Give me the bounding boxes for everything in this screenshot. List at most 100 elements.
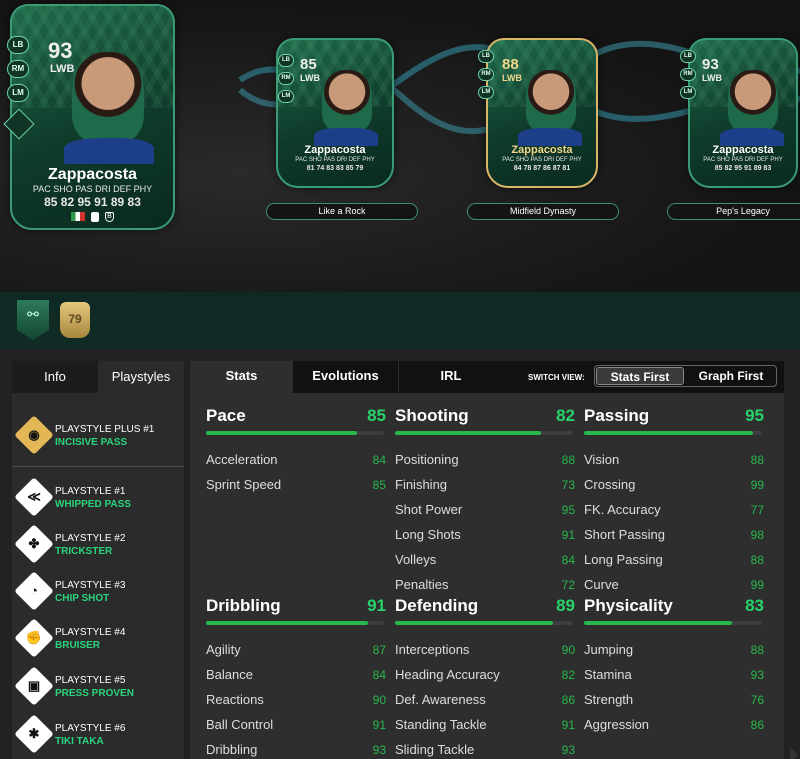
stat-group-value: 85	[367, 406, 386, 425]
playstyle-item[interactable]: ≪ PLAYSTYLE #1 WHIPPED PASS	[12, 474, 184, 520]
italy-flag-icon	[71, 212, 85, 221]
playstyle-item[interactable]: ✤ PLAYSTYLE #2 TRICKSTER	[12, 521, 184, 567]
stat-row-value: 87	[372, 643, 386, 657]
evo-card-peps-legacy[interactable]: 93 LWB Zappacosta PAC SHO PAS DRI DEF PH…	[688, 38, 798, 188]
stat-row-label: Standing Tackle	[395, 717, 487, 732]
stat-row-value: 88	[750, 643, 764, 657]
playstyle-item[interactable]: ✱ PLAYSTYLE #6 TIKI TAKA	[12, 711, 184, 757]
playstyle-name: TRICKSTER	[55, 546, 113, 557]
stat-row-value: 73	[561, 478, 575, 492]
card-version-strip: ⚯ 79	[0, 292, 800, 349]
stat-row-value: 77	[750, 503, 764, 517]
card-rating: 85	[300, 56, 317, 73]
stat-row-value: 90	[372, 693, 386, 707]
stat-row-label: Positioning	[395, 452, 459, 467]
alt-position-rm: RM	[7, 60, 29, 78]
graph-first-option[interactable]: Graph First	[687, 367, 775, 385]
playstyle-title: PLAYSTYLE PLUS #1	[55, 424, 155, 435]
card-stat-labels: PAC SHO PAS DRI DEF PHY	[703, 157, 783, 163]
stat-row-value: 93	[372, 743, 386, 757]
evo-card-midfield-dynasty[interactable]: 88 LWB Zappacosta PAC SHO PAS DRI DEF PH…	[486, 38, 598, 188]
stat-group-title: Shooting	[395, 406, 469, 425]
stat-row-label: Agility	[206, 642, 241, 657]
card-name: Zappacosta	[304, 144, 366, 156]
stat-row-value: 93	[750, 668, 764, 682]
alt-position-lb: LB	[7, 36, 29, 54]
evolution-dna-icon: ⚯	[27, 306, 39, 322]
card-stat-values: 85 82 95 91 89 83	[714, 165, 772, 172]
stat-row-value: 88	[750, 553, 764, 567]
playstyle-title: PLAYSTYLE #5	[55, 675, 126, 686]
tab-irl[interactable]: IRL	[399, 361, 503, 393]
view-toggle[interactable]: Stats First Graph First	[594, 365, 777, 387]
playstyle-item[interactable]: ◉ PLAYSTYLE PLUS #1 INCISIVE PASS	[12, 412, 184, 458]
alt-position-lm: LM	[278, 90, 294, 103]
alt-position-lb: LB	[680, 50, 696, 63]
stat-row-label: Penalties	[395, 577, 449, 592]
evo-label-midfield-dynasty[interactable]: Midfield Dynasty	[467, 203, 619, 220]
alt-position-rm: RM	[680, 68, 696, 81]
stat-row-value: 93	[561, 743, 575, 757]
stat-row-label: Balance	[206, 667, 253, 682]
stat-group-bar	[206, 431, 384, 435]
card-badges: B	[12, 212, 173, 222]
stat-row-value: 84	[561, 553, 575, 567]
stat-row-label: Shot Power	[395, 502, 463, 517]
stat-row-label: Vision	[584, 452, 620, 467]
stat-row-label: Long Shots	[395, 527, 461, 542]
stat-row-label: Strength	[584, 692, 634, 707]
playstyle-title: PLAYSTYLE #6	[55, 723, 126, 734]
stat-row-label: Short Passing	[584, 527, 665, 542]
card-stat-labels: PAC SHO PAS DRI DEF PHY	[295, 157, 375, 163]
tab-info[interactable]: Info	[12, 361, 98, 393]
stat-row-label: FK. Accuracy	[584, 502, 661, 517]
gold-version-badge[interactable]: 79	[60, 302, 90, 338]
stat-row-value: 84	[372, 668, 386, 682]
player-photo	[728, 70, 778, 132]
playstyle-item[interactable]: ✊ PLAYSTYLE #4 BRUISER	[12, 615, 184, 661]
stat-group-bar-fill	[206, 621, 368, 625]
card-stat-values: 85 82 95 91 89 83	[44, 195, 141, 209]
card-name: Zappacosta	[48, 166, 137, 183]
stat-row-label: Sprint Speed	[206, 477, 282, 492]
stat-row-value: 98	[750, 528, 764, 542]
stat-group-value: 83	[745, 596, 764, 615]
stat-row-label: Finishing	[395, 477, 448, 492]
card-stat-labels: PAC SHO PAS DRI DEF PHY	[32, 184, 153, 194]
alt-position-lb: LB	[478, 50, 494, 63]
playstyle-item[interactable]: ▣ PLAYSTYLE #5 PRESS PROVEN	[12, 663, 184, 709]
scroll-right-arrow-icon[interactable]	[790, 747, 798, 759]
stats-first-option[interactable]: Stats First	[596, 367, 684, 385]
main-player-card[interactable]: 93 LWB Zappacosta PAC SHO PAS DRI DEF PH…	[10, 4, 175, 230]
playstyle-name: PRESS PROVEN	[55, 688, 134, 699]
details-section: Info Playstyles ◉ PLAYSTYLE PLUS #1 INCI…	[0, 349, 800, 759]
evo-label-like-a-rock[interactable]: Like a Rock	[266, 203, 418, 220]
stat-group-bar	[584, 431, 762, 435]
card-position: LWB	[702, 73, 722, 83]
club-icon: B	[105, 212, 114, 222]
card-stat-values: 81 74 83 83 85 79	[306, 165, 364, 172]
stat-row-value: 86	[750, 718, 764, 732]
alt-position-rm: RM	[278, 72, 294, 85]
playstyle-item[interactable]: ◔ PLAYSTYLE #3 CHIP SHOT	[12, 568, 184, 614]
stat-row-label: Volleys	[395, 552, 437, 567]
stat-row-value: 95	[561, 503, 575, 517]
stat-row-label: Aggression	[584, 717, 650, 732]
playstyle-name: TIKI TAKA	[55, 736, 104, 747]
tab-stats[interactable]: Stats	[190, 361, 293, 393]
stat-row-label: Def. Awareness	[395, 692, 486, 707]
tab-playstyles[interactable]: Playstyles	[98, 361, 184, 393]
tab-evolutions[interactable]: Evolutions	[293, 361, 398, 393]
stat-row-label: Jumping	[584, 642, 634, 657]
card-position: LWB	[502, 73, 522, 83]
stat-row-value: 91	[372, 718, 386, 732]
playstyle-name: BRUISER	[55, 640, 101, 651]
card-position: LWB	[50, 63, 75, 75]
chip-shot-icon: ◔	[30, 583, 38, 598]
stat-row-label: Crossing	[584, 477, 636, 492]
card-name: Zappacosta	[712, 144, 774, 156]
card-rating: 93	[702, 56, 719, 73]
stat-group-bar	[584, 621, 762, 625]
evo-label-peps-legacy[interactable]: Pep's Legacy	[667, 203, 800, 220]
switch-view-label: SWITCH VIEW:	[528, 373, 585, 382]
